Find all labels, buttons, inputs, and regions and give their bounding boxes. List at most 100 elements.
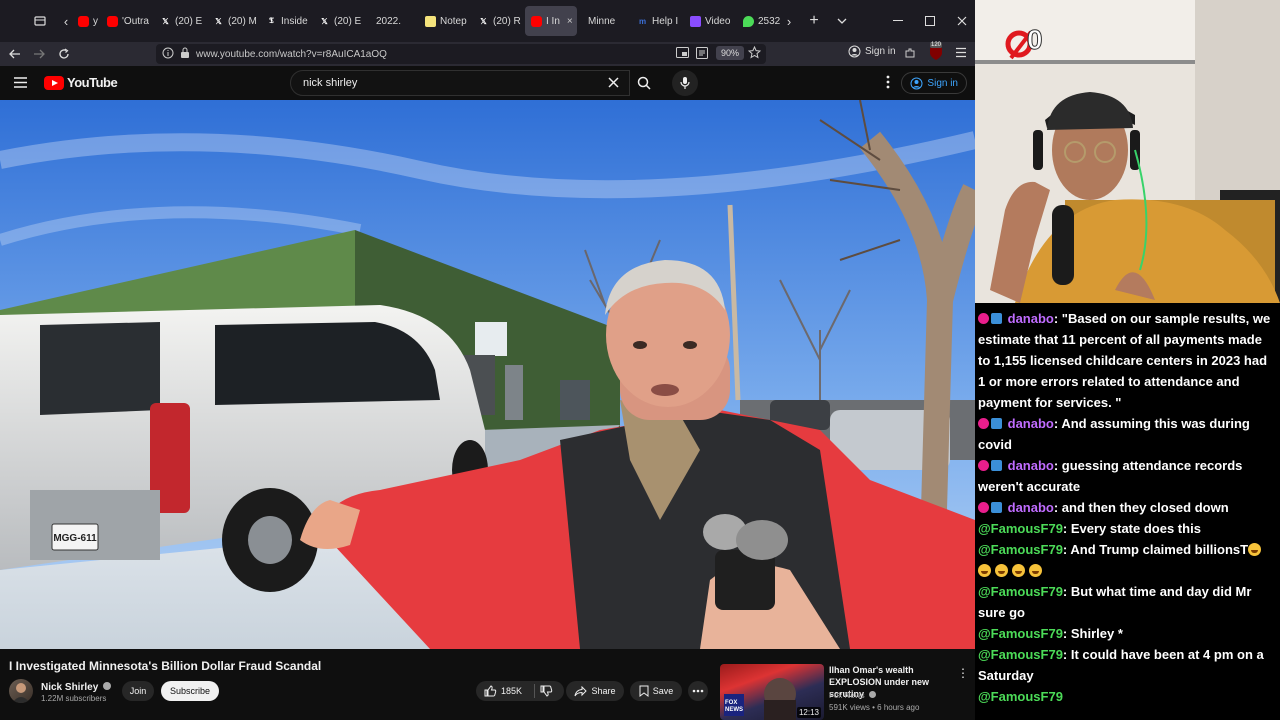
browser-tab[interactable]: 𝕏 (20) R	[472, 6, 524, 36]
chat-feed: danabo: "Based on our sample results, we…	[975, 308, 1280, 720]
picture-in-picture-icon[interactable]	[676, 47, 689, 59]
more-actions-button[interactable]	[688, 681, 708, 701]
chat-username[interactable]: @FamousF79	[978, 542, 1063, 557]
chat-text: : And Trump claimed billionsT	[1062, 542, 1249, 557]
search-input[interactable]: nick shirley	[290, 70, 630, 96]
chat-username[interactable]: @FamousF79	[978, 584, 1063, 599]
account-icon	[910, 77, 923, 89]
video-frame: MGG-611	[0, 100, 975, 649]
ublock-icon[interactable]: 120	[928, 42, 944, 61]
tab-label: Help I	[652, 15, 679, 27]
hamburger-menu-icon[interactable]	[14, 77, 27, 88]
zoom-level[interactable]: 90%	[716, 46, 745, 60]
heart-badge-icon	[978, 502, 989, 513]
like-divider	[534, 684, 535, 698]
close-tab-icon[interactable]: ×	[567, 16, 573, 27]
ellipsis-icon	[692, 689, 704, 693]
chat-username[interactable]: danabo	[1008, 311, 1054, 326]
browser-tab[interactable]: 𝕿 Inside	[260, 6, 312, 36]
recommended-video[interactable]: FOX NEWS 12:13 Ilhan Omar's wealth EXPLO…	[720, 664, 975, 720]
microphone-icon[interactable]	[672, 70, 698, 96]
bookmark-star-icon[interactable]	[748, 46, 761, 59]
chat-username[interactable]: danabo	[1008, 500, 1054, 515]
address-bar[interactable]: www.youtube.com/watch?v=r8AuICA1aOQ	[156, 44, 766, 64]
channel-name[interactable]: Nick Shirley	[41, 682, 112, 693]
youtube-play-icon	[44, 75, 64, 90]
maps-icon	[743, 15, 754, 27]
chat-username[interactable]: @FamousF79	[978, 647, 1063, 662]
youtube-logo[interactable]: YouTube	[44, 75, 118, 90]
laughing-emoji-icon	[1029, 564, 1042, 577]
avatar[interactable]	[9, 679, 33, 703]
tab-list-icon[interactable]	[30, 0, 50, 42]
forward-icon[interactable]	[28, 42, 50, 66]
menu-icon[interactable]	[955, 47, 967, 58]
recommended-thumbnail[interactable]: FOX NEWS 12:13	[720, 664, 824, 720]
bookmark-icon	[639, 685, 649, 697]
scroll-tabs-left-icon[interactable]: ‹	[60, 0, 72, 42]
browser-tab[interactable]: Minne	[578, 6, 630, 36]
webcam-feed: 0	[975, 0, 1280, 303]
browser-tab[interactable]: Video	[684, 6, 736, 36]
like-button[interactable]: 185K	[476, 681, 564, 701]
chat-username[interactable]: @FamousF79	[978, 521, 1063, 536]
chat-username[interactable]: @FamousF79	[978, 689, 1063, 704]
browser-tab[interactable]: 'Outra	[101, 6, 153, 36]
scroll-tabs-right-icon[interactable]: ›	[782, 0, 796, 42]
browser-sign-in[interactable]: Sign in	[848, 45, 896, 58]
subscribe-button[interactable]: Subscribe	[161, 681, 219, 701]
laughing-emoji-icon	[1248, 543, 1262, 556]
chat-message: @FamousF79: It could have been at 4 pm o…	[978, 644, 1276, 686]
search-icon[interactable]	[629, 70, 659, 96]
browser-tab[interactable]: Notep	[419, 6, 471, 36]
save-button[interactable]: Save	[630, 681, 682, 701]
youtube-icon	[78, 15, 89, 27]
verified-icon	[868, 691, 876, 698]
browser-tab[interactable]: 2022.	[366, 6, 418, 36]
youtube-sign-in-button[interactable]: Sign in	[901, 72, 967, 94]
video-info: I Investigated Minnesota's Billion Dolla…	[0, 649, 975, 720]
chat-username[interactable]: danabo	[1008, 416, 1054, 431]
tab-label: Minne	[588, 15, 616, 27]
browser-tab[interactable]: y	[72, 6, 100, 36]
laughing-emoji-icon	[1012, 564, 1025, 577]
chat-username[interactable]: @FamousF79	[978, 626, 1063, 641]
join-button[interactable]: Join	[122, 681, 154, 701]
youtube-header: YouTube nick shirley Sign in	[0, 66, 975, 100]
tab-label: y	[93, 15, 98, 27]
share-button[interactable]: Share	[566, 681, 624, 701]
thumbs-down-icon[interactable]	[540, 685, 553, 697]
tab-label: (20) M	[228, 15, 257, 27]
back-icon[interactable]	[4, 42, 26, 66]
video-title: I Investigated Minnesota's Billion Dolla…	[9, 659, 322, 673]
tab-label: I In	[546, 15, 560, 27]
more-options-icon[interactable]	[886, 75, 890, 89]
browser-tab[interactable]: 𝕏 (20) E	[154, 6, 206, 36]
clear-search-icon[interactable]	[608, 77, 619, 88]
reload-icon[interactable]	[53, 42, 75, 66]
browser-tab[interactable]: m Help I	[631, 6, 683, 36]
browser-tab[interactable]: I In ×	[525, 6, 577, 36]
tab-label: (20) R	[493, 15, 521, 27]
new-tab-icon[interactable]: +	[806, 0, 822, 42]
site-info-icon[interactable]	[162, 47, 174, 59]
close-window-icon[interactable]	[954, 0, 970, 42]
laughing-emoji-icon	[978, 564, 991, 577]
reader-view-icon[interactable]	[696, 47, 708, 59]
tv-badge-icon	[991, 418, 1002, 429]
chat-username[interactable]: danabo	[1008, 458, 1054, 473]
chat-message: @FamousF79: But what time and day did Mr…	[978, 581, 1276, 623]
notepad-icon	[425, 15, 436, 27]
minimize-icon[interactable]	[890, 0, 906, 42]
more-options-icon[interactable]: ⋮	[957, 666, 969, 680]
chat-message: danabo: guessing attendance records were…	[978, 455, 1276, 497]
browser-tab[interactable]: 𝕏 (20) M	[207, 6, 259, 36]
extensions-icon[interactable]	[904, 47, 916, 59]
chat-message: @FamousF79: Shirley *	[978, 623, 1276, 644]
maximize-icon[interactable]	[922, 0, 938, 42]
video-player[interactable]: MGG-611	[0, 100, 975, 649]
chevron-down-icon[interactable]	[834, 0, 850, 42]
browser-tab[interactable]: 𝕏 (20) E	[313, 6, 365, 36]
tab-strip: y 'Outra 𝕏 (20) E 𝕏 (20) M 𝕿 Inside 𝕏 (20) E 2022.…	[72, 6, 790, 36]
lock-icon	[180, 47, 190, 59]
